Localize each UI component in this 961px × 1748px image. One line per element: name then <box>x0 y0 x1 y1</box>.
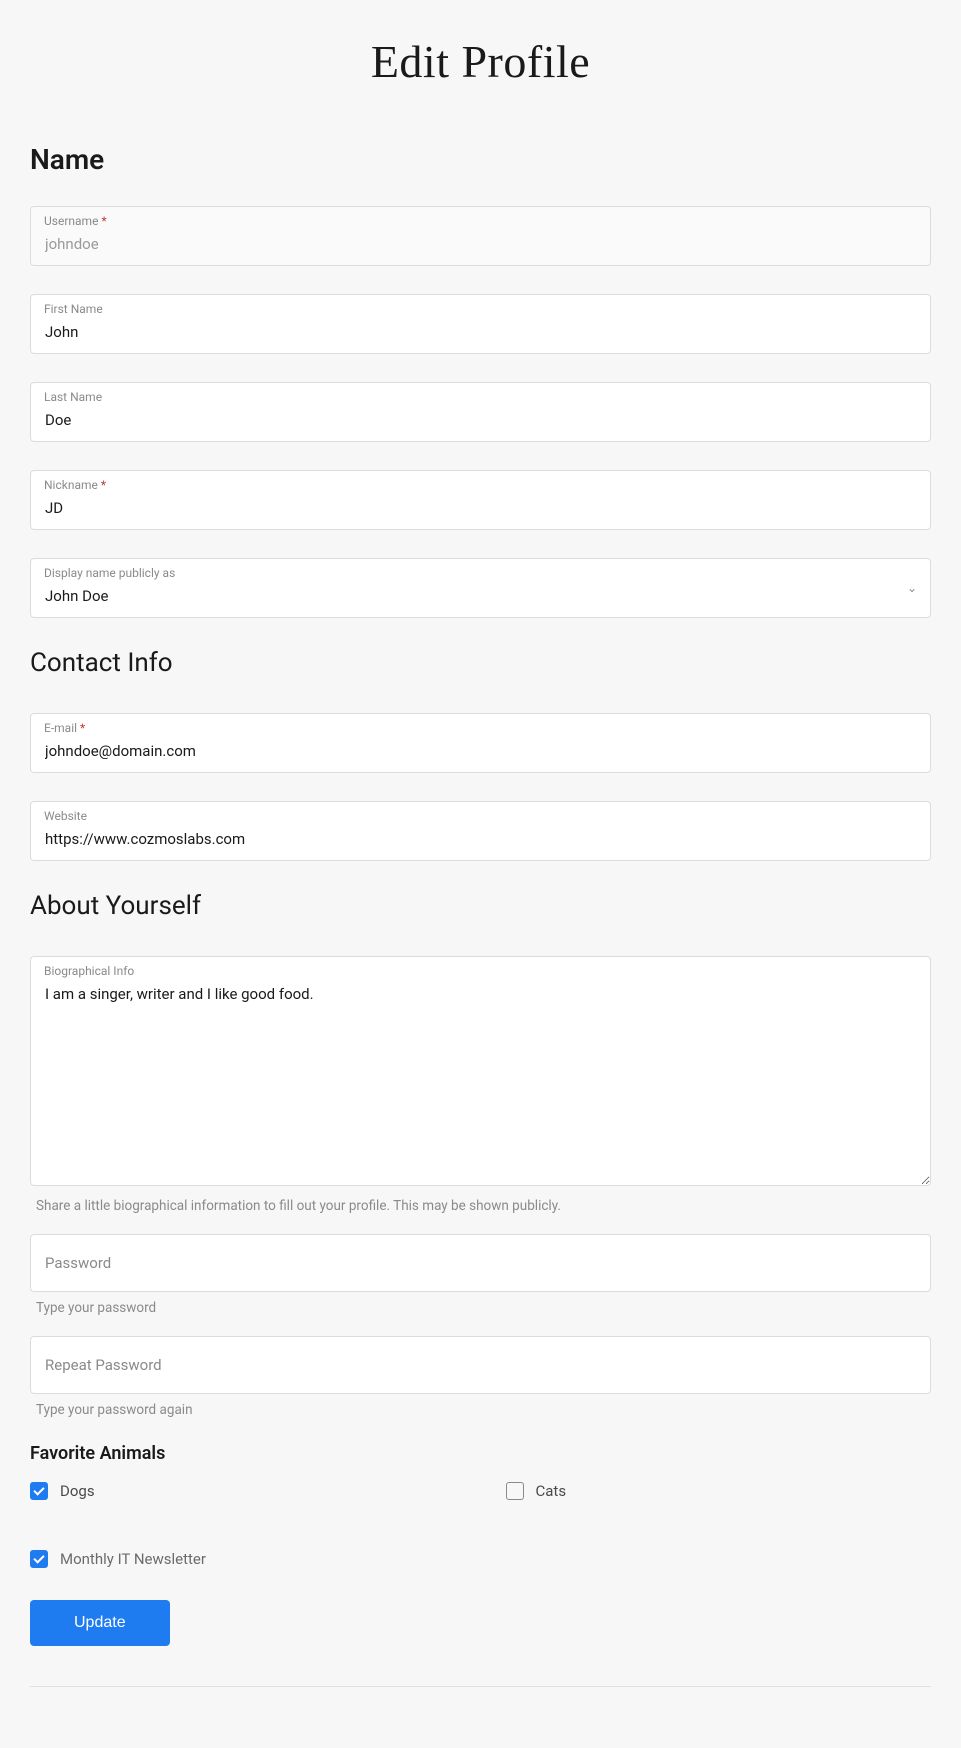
page-title: Edit Profile <box>30 35 931 88</box>
nickname-input[interactable] <box>30 470 931 530</box>
password-field-wrap: Type your password <box>30 1234 931 1316</box>
dogs-label: Dogs <box>60 1482 95 1500</box>
animals-checkbox-grid: Dogs Cats <box>30 1482 931 1520</box>
website-input[interactable] <box>30 801 931 861</box>
cats-checkbox-row: Cats <box>506 1482 932 1500</box>
newsletter-checkbox-row: Monthly IT Newsletter <box>30 1550 931 1568</box>
display-name-field-wrap: Display name publicly as John Doe ⌄ <box>30 558 931 618</box>
update-button[interactable]: Update <box>30 1600 170 1646</box>
bio-hint: Share a little biographical information … <box>36 1198 931 1214</box>
dogs-checkbox[interactable] <box>30 1482 48 1500</box>
newsletter-label: Monthly IT Newsletter <box>60 1550 206 1568</box>
first-name-input[interactable] <box>30 294 931 354</box>
cats-label: Cats <box>536 1482 567 1500</box>
section-contact-heading: Contact Info <box>30 648 931 678</box>
bio-field-wrap: Biographical Info Share a little biograp… <box>30 956 931 1214</box>
section-animals-heading: Favorite Animals <box>30 1443 931 1464</box>
repeat-password-field-wrap: Type your password again <box>30 1336 931 1418</box>
dogs-checkbox-row: Dogs <box>30 1482 456 1500</box>
bio-textarea[interactable] <box>30 956 931 1186</box>
display-name-select[interactable]: John Doe <box>30 558 931 618</box>
email-input[interactable] <box>30 713 931 773</box>
repeat-password-input[interactable] <box>30 1336 931 1394</box>
nickname-field-wrap: Nickname * <box>30 470 931 530</box>
section-about-heading: About Yourself <box>30 891 931 921</box>
section-name-heading: Name <box>30 143 931 176</box>
last-name-field-wrap: Last Name <box>30 382 931 442</box>
email-field-wrap: E-mail * <box>30 713 931 773</box>
first-name-field-wrap: First Name <box>30 294 931 354</box>
cats-checkbox[interactable] <box>506 1482 524 1500</box>
footer-divider <box>30 1686 931 1687</box>
password-input[interactable] <box>30 1234 931 1292</box>
repeat-password-hint: Type your password again <box>36 1402 931 1418</box>
password-hint: Type your password <box>36 1300 931 1316</box>
website-field-wrap: Website <box>30 801 931 861</box>
username-field-wrap: Username * <box>30 206 931 266</box>
newsletter-checkbox[interactable] <box>30 1550 48 1568</box>
username-input <box>30 206 931 266</box>
last-name-input[interactable] <box>30 382 931 442</box>
